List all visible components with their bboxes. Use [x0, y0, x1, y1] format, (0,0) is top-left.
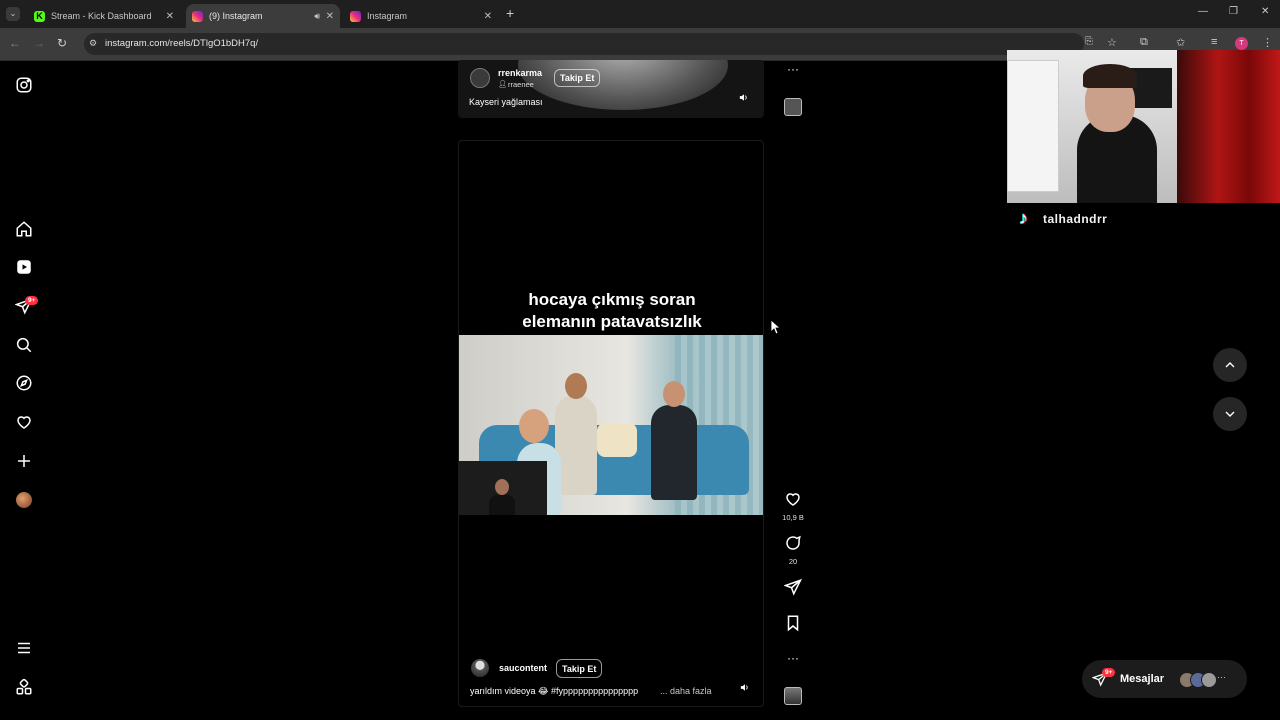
new-tab-button[interactable]: + [506, 5, 514, 21]
reel-caption: Kayseri yağlaması [469, 97, 543, 107]
person [651, 405, 697, 500]
follow-button[interactable]: Takip Et [556, 659, 603, 678]
speaker-icon[interactable] [736, 90, 750, 104]
person-head [565, 373, 587, 399]
like-count: 10,9 B [782, 513, 804, 522]
back-icon[interactable]: ← [9, 36, 21, 50]
forward-icon[interactable]: → [33, 36, 45, 50]
comment-button[interactable]: 20 [782, 534, 804, 566]
favorites-icon[interactable]: ✩ [1176, 36, 1185, 49]
messages-button[interactable]: 9+ Mesajlar ··· [1082, 660, 1247, 698]
mouse-cursor-icon [771, 320, 781, 334]
tab-instagram[interactable]: Instagram ✕ [344, 4, 498, 28]
reels-icon[interactable] [14, 257, 34, 277]
close-icon[interactable]: ✕ [166, 11, 174, 22]
tab-title: Instagram [367, 11, 408, 21]
close-icon[interactable]: ✕ [484, 11, 492, 22]
tiktok-handle: talhadndrr [1043, 212, 1108, 226]
comment-count: 20 [788, 557, 798, 566]
explore-icon[interactable] [14, 373, 34, 393]
menu-kebab-icon[interactable]: ⋮ [1262, 36, 1273, 49]
more-avatars-icon: ··· [1217, 672, 1226, 682]
create-plus-icon[interactable] [14, 451, 34, 471]
video-frame [459, 335, 763, 515]
messages-badge: 9+ [1102, 668, 1116, 677]
reel-username[interactable]: saucontent [499, 663, 547, 673]
notification-badge: 9+ [25, 296, 39, 305]
profile-avatar[interactable]: T [1235, 37, 1248, 50]
extensions-icon[interactable]: ⧉ [1140, 36, 1148, 49]
instagram-logo-icon[interactable] [14, 75, 34, 95]
more-menu-icon[interactable] [14, 638, 34, 658]
person-head [663, 381, 685, 407]
follow-button[interactable]: Takip Et [554, 69, 601, 87]
instagram-icon [350, 10, 361, 22]
more-options-icon[interactable]: ··· [782, 62, 804, 76]
home-icon[interactable] [14, 219, 34, 239]
also-from-meta-icon[interactable] [14, 677, 34, 697]
reel-previous[interactable]: rrenkarma 👤︎ rraenee Takip Et Kayseri ya… [458, 60, 764, 118]
site-info-icon[interactable]: ⚙ [89, 38, 97, 49]
person-head [519, 409, 549, 443]
audio-thumbnail[interactable] [784, 98, 802, 116]
tiktok-icon: ♪ [1019, 208, 1028, 228]
overlay-text-line1: hocaya çıkmış soran [528, 290, 696, 309]
tab-kick-dashboard[interactable]: K Stream - Kick Dashboard ✕ [28, 4, 180, 28]
bookmark-icon [787, 615, 799, 632]
share-button[interactable] [782, 578, 804, 601]
person [555, 395, 597, 495]
cushion [597, 423, 637, 457]
reload-icon[interactable]: ↻ [57, 36, 67, 50]
video-frame [518, 60, 728, 110]
reel-username[interactable]: rrenkarma [498, 68, 542, 78]
instagram-icon [192, 10, 203, 22]
tab-title: (9) Instagram [209, 11, 263, 21]
avatar[interactable] [470, 68, 490, 88]
messages-label: Mesajlar [1120, 673, 1165, 685]
chevron-down-icon [1225, 411, 1235, 417]
url-text[interactable]: instagram.com/reels/DTlgO1bDH7q/ [105, 38, 258, 49]
audio-thumbnail[interactable] [784, 687, 802, 705]
speaker-icon[interactable] [737, 680, 751, 694]
search-icon[interactable] [14, 335, 34, 355]
collab-user-icon: 👤︎ [498, 81, 507, 88]
avatar[interactable] [471, 659, 489, 677]
speaker-icon[interactable]: 🔊︎ [314, 11, 320, 22]
heart-icon[interactable] [14, 412, 34, 432]
next-reel-button[interactable] [1213, 397, 1247, 431]
profile-avatar[interactable] [14, 490, 34, 510]
reading-list-icon[interactable]: ≡ [1211, 36, 1217, 48]
close-icon[interactable]: ✕ [326, 11, 334, 22]
bookmark-star-icon[interactable]: ☆ [1107, 36, 1117, 49]
pip-webcam [459, 461, 547, 515]
tab-instagram-active[interactable]: (9) Instagram 🔊︎ ✕ [186, 4, 340, 28]
reel-sub-username[interactable]: rraenee [508, 80, 534, 89]
install-app-icon[interactable]: ⎘ [1085, 36, 1093, 47]
reel-current[interactable]: hocaya çıkmış soran elemanın patavatsızl… [458, 140, 764, 707]
tab-title: Stream - Kick Dashboard [51, 11, 152, 21]
more-options-icon[interactable]: ··· [782, 651, 804, 665]
chevron-up-icon [1225, 362, 1235, 368]
previous-reel-button[interactable] [1213, 348, 1247, 382]
heart-icon [786, 493, 800, 506]
tab-list-chevron-icon[interactable]: ⌄ [6, 7, 20, 21]
close-window-icon[interactable]: ✕ [1261, 6, 1269, 17]
comment-icon [786, 535, 801, 550]
restore-icon[interactable]: ❐ [1229, 6, 1238, 17]
kick-icon: K [34, 10, 45, 22]
overlay-text-line2: elemanın patavatsızlık [522, 312, 702, 331]
more-caption-link[interactable]: ... daha fazla [660, 686, 712, 696]
share-icon [783, 578, 802, 596]
save-button[interactable] [782, 614, 804, 637]
streamer-webcam [1007, 50, 1280, 203]
avatar [1201, 672, 1217, 688]
minimize-icon[interactable]: — [1198, 6, 1208, 17]
browser-tab-bar: ⌄ K Stream - Kick Dashboard ✕ (9) Instag… [0, 0, 1280, 28]
reel-caption: yarıldım videoya 😂 #fyppppppppppppppp [470, 686, 639, 696]
like-button[interactable]: 10,9 B [782, 490, 804, 522]
